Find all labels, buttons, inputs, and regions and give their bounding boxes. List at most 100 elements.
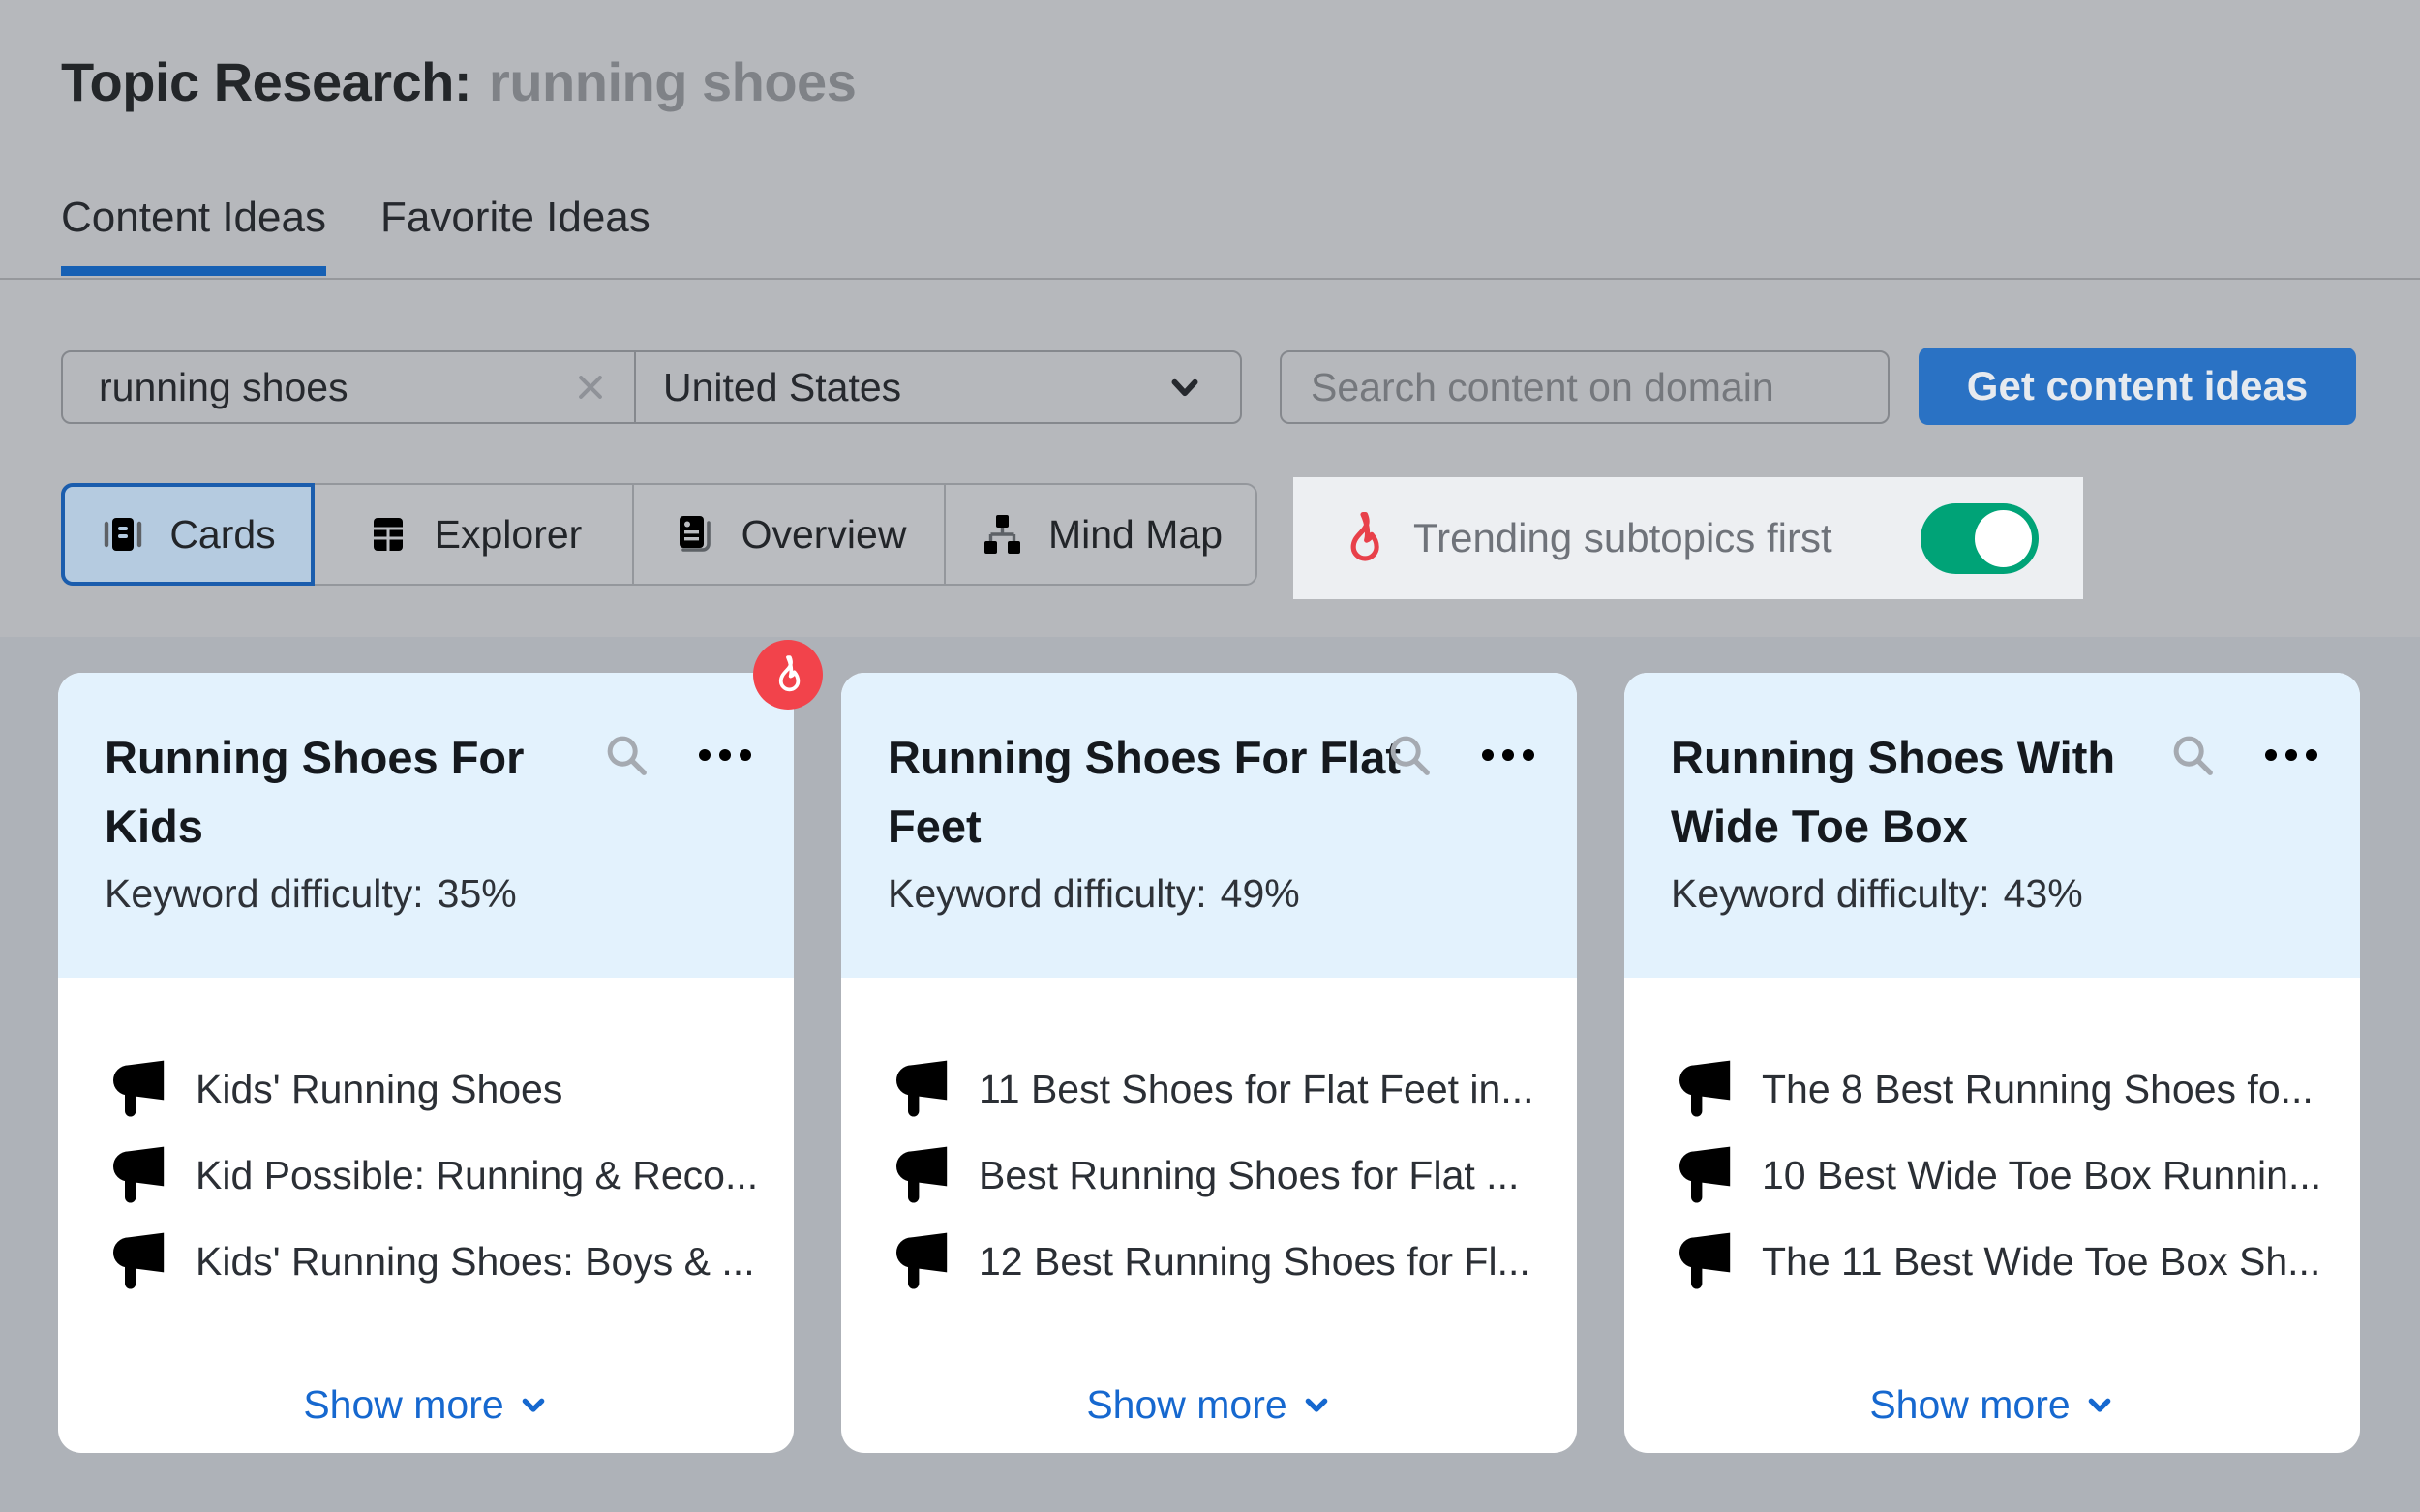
topic-card-running-shoes-for-flat-feet: Running Shoes For Flat Feet Keyword diff… bbox=[841, 673, 1577, 1453]
get-content-ideas-button[interactable]: Get content ideas bbox=[1919, 348, 2356, 425]
card-title: Running Shoes For Kids bbox=[105, 723, 627, 861]
table-icon bbox=[365, 511, 411, 558]
show-more-label: Show more bbox=[1869, 1382, 2070, 1428]
tab-content-ideas[interactable]: Content Ideas bbox=[61, 194, 326, 276]
keyword-difficulty: Keyword difficulty: 35% bbox=[105, 871, 517, 917]
topic-search-combo: running shoes United States bbox=[61, 350, 1242, 424]
domain-search-placeholder: Search content on domain bbox=[1311, 365, 1774, 410]
search-icon[interactable] bbox=[604, 733, 649, 777]
card-actions bbox=[2170, 733, 2319, 777]
topic-card-running-shoes-with-wide-toe-box: Running Shoes With Wide Toe Box Keyword … bbox=[1624, 673, 2360, 1453]
chevron-down-icon bbox=[1301, 1390, 1332, 1421]
idea-title: The 11 Best Wide Toe Box Sh... bbox=[1762, 1239, 2320, 1285]
chevron-down-icon bbox=[518, 1390, 549, 1421]
idea-title: 12 Best Running Shoes for Fl... bbox=[979, 1239, 1530, 1285]
list-item[interactable]: The 11 Best Wide Toe Box Sh... bbox=[1679, 1234, 2325, 1288]
report-icon bbox=[672, 511, 718, 558]
flame-icon bbox=[770, 653, 806, 696]
idea-title: Kid Possible: Running & Reco... bbox=[196, 1153, 758, 1198]
card-idea-list: Kids' Running Shoes Kid Possible: Runnin… bbox=[58, 978, 794, 1288]
megaphone-icon bbox=[112, 1146, 166, 1204]
toggle-knob bbox=[1975, 510, 2032, 567]
clear-query-icon[interactable] bbox=[574, 371, 607, 404]
list-item[interactable]: Kids' Running Shoes bbox=[112, 1062, 759, 1116]
show-more-button[interactable]: Show more bbox=[1624, 1382, 2360, 1428]
trending-subtopics-toggle[interactable] bbox=[1921, 503, 2039, 574]
country-value: United States bbox=[663, 365, 901, 410]
megaphone-icon bbox=[1679, 1146, 1733, 1204]
idea-title: Best Running Shoes for Flat ... bbox=[979, 1153, 1519, 1198]
megaphone-icon bbox=[895, 1232, 950, 1290]
topic-query-value: running shoes bbox=[99, 365, 574, 410]
card-actions bbox=[604, 733, 753, 777]
view-option-mind-map[interactable]: Mind Map bbox=[946, 485, 1255, 584]
megaphone-icon bbox=[1679, 1232, 1733, 1290]
show-more-button[interactable]: Show more bbox=[58, 1382, 794, 1428]
trending-subtopics-panel: Trending subtopics first bbox=[1293, 477, 2083, 599]
keyword-difficulty-value: 35% bbox=[438, 871, 517, 917]
search-icon[interactable] bbox=[1387, 733, 1432, 777]
keyword-difficulty-value: 43% bbox=[2004, 871, 2083, 917]
card-title: Running Shoes With Wide Toe Box bbox=[1671, 723, 2193, 861]
keyword-difficulty-value: 49% bbox=[1221, 871, 1300, 917]
idea-title: The 8 Best Running Shoes fo... bbox=[1762, 1067, 2314, 1112]
more-options-icon[interactable] bbox=[1480, 747, 1536, 763]
trending-subtopics-label: Trending subtopics first bbox=[1413, 515, 1832, 561]
card-actions bbox=[1387, 733, 1536, 777]
megaphone-icon bbox=[895, 1146, 950, 1204]
cards-icon bbox=[100, 511, 146, 558]
idea-title: Kids' Running Shoes: Boys & ... bbox=[196, 1239, 755, 1285]
tab-bar: Content Ideas Favorite Ideas bbox=[61, 194, 650, 276]
flame-icon bbox=[1338, 509, 1388, 567]
show-more-label: Show more bbox=[1086, 1382, 1286, 1428]
keyword-difficulty-label: Keyword difficulty: bbox=[1671, 871, 1990, 917]
topic-card-running-shoes-for-kids: Running Shoes For Kids Keyword difficult… bbox=[58, 673, 794, 1453]
view-option-cards[interactable]: Cards bbox=[63, 485, 315, 584]
view-option-explorer[interactable]: Explorer bbox=[315, 485, 634, 584]
keyword-difficulty-label: Keyword difficulty: bbox=[105, 871, 424, 917]
list-item[interactable]: 12 Best Running Shoes for Fl... bbox=[895, 1234, 1542, 1288]
keyword-difficulty: Keyword difficulty: 43% bbox=[1671, 871, 2083, 917]
view-switcher: Cards Explorer Overview Mind Map bbox=[61, 483, 1257, 586]
page-title-prefix: Topic Research: bbox=[61, 50, 471, 113]
list-item[interactable]: 10 Best Wide Toe Box Runnin... bbox=[1679, 1148, 2325, 1202]
search-icon[interactable] bbox=[2170, 733, 2215, 777]
card-header: Running Shoes For Kids Keyword difficult… bbox=[58, 673, 794, 978]
chevron-down-icon bbox=[2084, 1390, 2115, 1421]
keyword-difficulty: Keyword difficulty: 49% bbox=[888, 871, 1300, 917]
megaphone-icon bbox=[112, 1232, 166, 1290]
list-item[interactable]: The 8 Best Running Shoes fo... bbox=[1679, 1062, 2325, 1116]
country-select[interactable]: United States bbox=[636, 352, 1240, 422]
domain-search-input[interactable]: Search content on domain bbox=[1280, 350, 1890, 424]
card-title: Running Shoes For Flat Feet bbox=[888, 723, 1410, 861]
idea-title: 11 Best Shoes for Flat Feet in... bbox=[979, 1067, 1534, 1112]
list-item[interactable]: Kids' Running Shoes: Boys & ... bbox=[112, 1234, 759, 1288]
get-content-ideas-label: Get content ideas bbox=[1967, 363, 2308, 409]
list-item[interactable]: Kid Possible: Running & Reco... bbox=[112, 1148, 759, 1202]
list-item[interactable]: Best Running Shoes for Flat ... bbox=[895, 1148, 1542, 1202]
view-option-overview-label: Overview bbox=[741, 512, 907, 558]
idea-title: 10 Best Wide Toe Box Runnin... bbox=[1762, 1153, 2321, 1198]
tab-favorite-ideas-label: Favorite Ideas bbox=[380, 194, 650, 241]
keyword-difficulty-label: Keyword difficulty: bbox=[888, 871, 1207, 917]
header-divider bbox=[0, 278, 2420, 280]
more-options-icon[interactable] bbox=[697, 747, 753, 763]
page-title: Topic Research: running shoes bbox=[61, 50, 856, 113]
list-item[interactable]: 11 Best Shoes for Flat Feet in... bbox=[895, 1062, 1542, 1116]
tab-content-ideas-label: Content Ideas bbox=[61, 194, 326, 241]
view-option-overview[interactable]: Overview bbox=[634, 485, 946, 584]
idea-title: Kids' Running Shoes bbox=[196, 1067, 562, 1112]
card-idea-list: The 8 Best Running Shoes fo... 10 Best W… bbox=[1624, 978, 2360, 1288]
sitemap-icon bbox=[979, 511, 1025, 558]
chevron-down-icon bbox=[1165, 367, 1205, 408]
show-more-label: Show more bbox=[303, 1382, 503, 1428]
megaphone-icon bbox=[895, 1060, 950, 1118]
view-option-cards-label: Cards bbox=[169, 512, 275, 558]
more-options-icon[interactable] bbox=[2263, 747, 2319, 763]
card-header: Running Shoes With Wide Toe Box Keyword … bbox=[1624, 673, 2360, 978]
tab-favorite-ideas[interactable]: Favorite Ideas bbox=[380, 194, 650, 276]
page-title-query: running shoes bbox=[489, 50, 856, 113]
topic-query-input[interactable]: running shoes bbox=[63, 352, 634, 422]
show-more-button[interactable]: Show more bbox=[841, 1382, 1577, 1428]
view-option-mind-map-label: Mind Map bbox=[1048, 512, 1223, 558]
